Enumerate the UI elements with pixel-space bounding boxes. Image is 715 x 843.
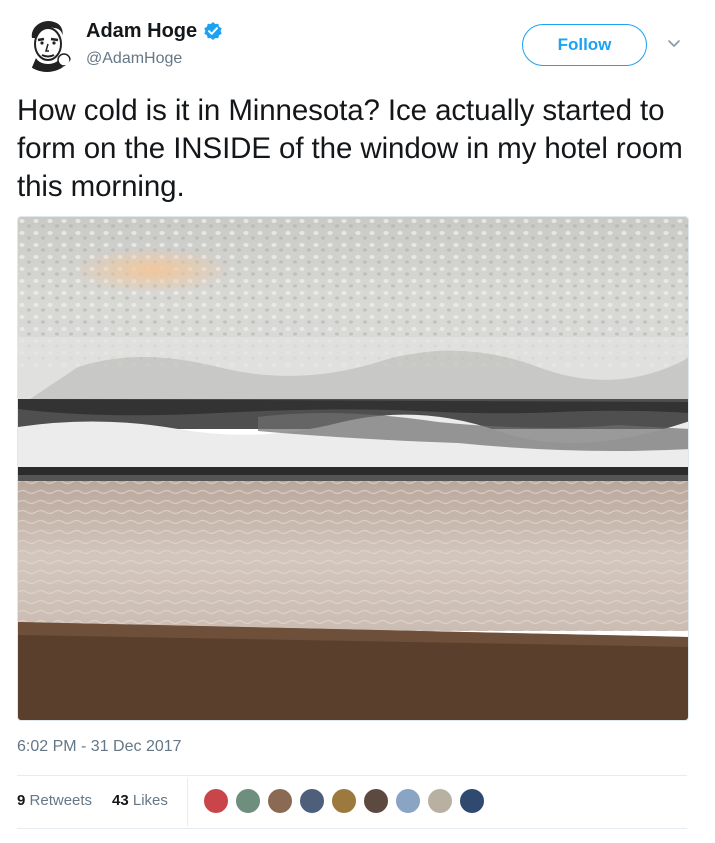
likes-stat[interactable]: 43 Likes [112, 791, 168, 811]
liker-avatar[interactable] [298, 787, 326, 815]
tweet-photo[interactable] [17, 216, 689, 721]
liker-avatar[interactable] [362, 787, 390, 815]
liker-avatar[interactable] [202, 787, 230, 815]
verified-badge-icon [203, 21, 223, 41]
tweet-stats: 9 Retweets 43 Likes [17, 778, 687, 826]
follow-button[interactable]: Follow [522, 24, 647, 66]
retweets-label: Retweets [29, 792, 93, 809]
author-handle[interactable]: @AdamHoge [86, 49, 182, 69]
divider [17, 828, 687, 829]
author-avatar[interactable] [18, 14, 76, 72]
liker-avatar[interactable] [458, 787, 486, 815]
likes-label: Likes [132, 792, 168, 809]
retweets-count: 9 [17, 792, 26, 809]
liker-avatar[interactable] [266, 787, 294, 815]
chevron-down-icon[interactable] [664, 34, 684, 54]
retweets-stat[interactable]: 9 Retweets [17, 791, 92, 811]
liker-avatar[interactable] [234, 787, 262, 815]
liker-avatar[interactable] [330, 787, 358, 815]
author-display-name[interactable]: Adam Hoge [86, 19, 197, 43]
tweet-text: How cold is it in Minnesota? Ice actuall… [17, 94, 683, 203]
divider [17, 775, 687, 776]
liker-avatar[interactable] [426, 787, 454, 815]
author-name-row[interactable]: Adam Hoge [86, 19, 223, 43]
tweet-timestamp[interactable]: 6:02 PM - 31 Dec 2017 [17, 737, 182, 757]
stats-separator [187, 778, 188, 826]
liker-avatar[interactable] [394, 787, 422, 815]
likes-count: 43 [112, 792, 129, 809]
tweet-header: Adam Hoge @AdamHoge Follow [0, 0, 715, 90]
